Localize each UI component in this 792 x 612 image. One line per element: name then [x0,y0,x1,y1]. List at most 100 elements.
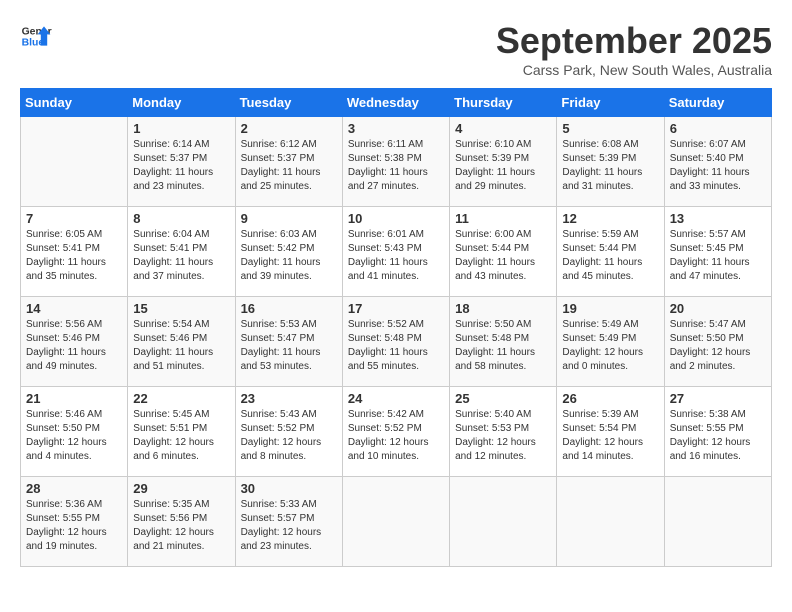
day-cell: 30 Sunrise: 5:33 AMSunset: 5:57 PMDaylig… [235,477,342,567]
day-cell: 3 Sunrise: 6:11 AMSunset: 5:38 PMDayligh… [342,117,449,207]
day-number: 28 [26,481,122,496]
day-number: 29 [133,481,229,496]
day-cell: 19 Sunrise: 5:49 AMSunset: 5:49 PMDaylig… [557,297,664,387]
day-info: Sunrise: 6:05 AMSunset: 5:41 PMDaylight:… [26,229,106,282]
location: Carss Park, New South Wales, Australia [496,62,772,78]
day-number: 24 [348,391,444,406]
day-cell: 8 Sunrise: 6:04 AMSunset: 5:41 PMDayligh… [128,207,235,297]
day-cell: 29 Sunrise: 5:35 AMSunset: 5:56 PMDaylig… [128,477,235,567]
day-cell: 7 Sunrise: 6:05 AMSunset: 5:41 PMDayligh… [21,207,128,297]
day-info: Sunrise: 6:14 AMSunset: 5:37 PMDaylight:… [133,139,213,192]
day-info: Sunrise: 5:33 AMSunset: 5:57 PMDaylight:… [241,499,322,552]
day-number: 16 [241,301,337,316]
day-info: Sunrise: 6:11 AMSunset: 5:38 PMDaylight:… [348,139,428,192]
day-number: 27 [670,391,766,406]
day-info: Sunrise: 5:50 AMSunset: 5:48 PMDaylight:… [455,319,535,372]
day-number: 25 [455,391,551,406]
day-cell [450,477,557,567]
day-number: 1 [133,121,229,136]
day-cell: 11 Sunrise: 6:00 AMSunset: 5:44 PMDaylig… [450,207,557,297]
day-info: Sunrise: 5:45 AMSunset: 5:51 PMDaylight:… [133,409,214,462]
week-row-3: 21 Sunrise: 5:46 AMSunset: 5:50 PMDaylig… [21,387,772,477]
day-number: 6 [670,121,766,136]
day-cell [21,117,128,207]
day-cell: 16 Sunrise: 5:53 AMSunset: 5:47 PMDaylig… [235,297,342,387]
day-cell: 25 Sunrise: 5:40 AMSunset: 5:53 PMDaylig… [450,387,557,477]
header-saturday: Saturday [664,89,771,117]
day-cell: 12 Sunrise: 5:59 AMSunset: 5:44 PMDaylig… [557,207,664,297]
day-info: Sunrise: 5:53 AMSunset: 5:47 PMDaylight:… [241,319,321,372]
day-info: Sunrise: 5:59 AMSunset: 5:44 PMDaylight:… [562,229,642,282]
day-cell: 2 Sunrise: 6:12 AMSunset: 5:37 PMDayligh… [235,117,342,207]
day-number: 2 [241,121,337,136]
day-cell: 18 Sunrise: 5:50 AMSunset: 5:48 PMDaylig… [450,297,557,387]
day-cell: 5 Sunrise: 6:08 AMSunset: 5:39 PMDayligh… [557,117,664,207]
day-cell: 13 Sunrise: 5:57 AMSunset: 5:45 PMDaylig… [664,207,771,297]
week-row-2: 14 Sunrise: 5:56 AMSunset: 5:46 PMDaylig… [21,297,772,387]
day-info: Sunrise: 5:35 AMSunset: 5:56 PMDaylight:… [133,499,214,552]
day-info: Sunrise: 6:10 AMSunset: 5:39 PMDaylight:… [455,139,535,192]
day-number: 23 [241,391,337,406]
day-cell: 20 Sunrise: 5:47 AMSunset: 5:50 PMDaylig… [664,297,771,387]
day-info: Sunrise: 6:04 AMSunset: 5:41 PMDaylight:… [133,229,213,282]
day-cell: 28 Sunrise: 5:36 AMSunset: 5:55 PMDaylig… [21,477,128,567]
day-number: 12 [562,211,658,226]
day-number: 21 [26,391,122,406]
day-cell: 17 Sunrise: 5:52 AMSunset: 5:48 PMDaylig… [342,297,449,387]
week-row-0: 1 Sunrise: 6:14 AMSunset: 5:37 PMDayligh… [21,117,772,207]
day-number: 10 [348,211,444,226]
day-info: Sunrise: 6:01 AMSunset: 5:43 PMDaylight:… [348,229,428,282]
day-info: Sunrise: 5:46 AMSunset: 5:50 PMDaylight:… [26,409,107,462]
day-cell [342,477,449,567]
day-info: Sunrise: 5:47 AMSunset: 5:50 PMDaylight:… [670,319,751,372]
day-number: 26 [562,391,658,406]
day-info: Sunrise: 5:36 AMSunset: 5:55 PMDaylight:… [26,499,107,552]
day-number: 7 [26,211,122,226]
logo-icon: General Blue [20,20,52,52]
day-cell [557,477,664,567]
day-cell: 9 Sunrise: 6:03 AMSunset: 5:42 PMDayligh… [235,207,342,297]
day-info: Sunrise: 5:49 AMSunset: 5:49 PMDaylight:… [562,319,643,372]
day-info: Sunrise: 6:12 AMSunset: 5:37 PMDaylight:… [241,139,321,192]
calendar-table: Sunday Monday Tuesday Wednesday Thursday… [20,88,772,567]
day-cell: 10 Sunrise: 6:01 AMSunset: 5:43 PMDaylig… [342,207,449,297]
header-monday: Monday [128,89,235,117]
day-info: Sunrise: 5:42 AMSunset: 5:52 PMDaylight:… [348,409,429,462]
header-row: Sunday Monday Tuesday Wednesday Thursday… [21,89,772,117]
day-info: Sunrise: 6:03 AMSunset: 5:42 PMDaylight:… [241,229,321,282]
day-cell: 6 Sunrise: 6:07 AMSunset: 5:40 PMDayligh… [664,117,771,207]
day-cell: 24 Sunrise: 5:42 AMSunset: 5:52 PMDaylig… [342,387,449,477]
day-number: 11 [455,211,551,226]
logo: General Blue [20,20,52,52]
day-number: 17 [348,301,444,316]
day-cell: 22 Sunrise: 5:45 AMSunset: 5:51 PMDaylig… [128,387,235,477]
week-row-1: 7 Sunrise: 6:05 AMSunset: 5:41 PMDayligh… [21,207,772,297]
day-number: 3 [348,121,444,136]
day-number: 13 [670,211,766,226]
week-row-4: 28 Sunrise: 5:36 AMSunset: 5:55 PMDaylig… [21,477,772,567]
day-cell: 21 Sunrise: 5:46 AMSunset: 5:50 PMDaylig… [21,387,128,477]
day-info: Sunrise: 6:07 AMSunset: 5:40 PMDaylight:… [670,139,750,192]
day-number: 20 [670,301,766,316]
page-header: General Blue September 2025 Carss Park, … [20,20,772,78]
header-wednesday: Wednesday [342,89,449,117]
day-cell: 4 Sunrise: 6:10 AMSunset: 5:39 PMDayligh… [450,117,557,207]
day-info: Sunrise: 5:52 AMSunset: 5:48 PMDaylight:… [348,319,428,372]
day-number: 8 [133,211,229,226]
header-tuesday: Tuesday [235,89,342,117]
day-number: 30 [241,481,337,496]
day-info: Sunrise: 5:38 AMSunset: 5:55 PMDaylight:… [670,409,751,462]
day-cell: 1 Sunrise: 6:14 AMSunset: 5:37 PMDayligh… [128,117,235,207]
day-number: 19 [562,301,658,316]
day-info: Sunrise: 5:40 AMSunset: 5:53 PMDaylight:… [455,409,536,462]
day-cell [664,477,771,567]
day-number: 18 [455,301,551,316]
day-cell: 14 Sunrise: 5:56 AMSunset: 5:46 PMDaylig… [21,297,128,387]
day-info: Sunrise: 5:56 AMSunset: 5:46 PMDaylight:… [26,319,106,372]
header-friday: Friday [557,89,664,117]
day-cell: 23 Sunrise: 5:43 AMSunset: 5:52 PMDaylig… [235,387,342,477]
day-number: 15 [133,301,229,316]
day-number: 4 [455,121,551,136]
day-number: 9 [241,211,337,226]
day-info: Sunrise: 5:43 AMSunset: 5:52 PMDaylight:… [241,409,322,462]
